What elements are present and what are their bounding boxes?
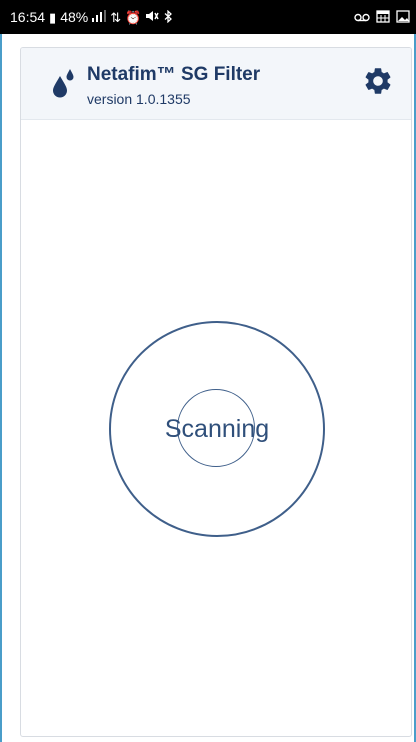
battery-icon: ▮ <box>49 9 57 25</box>
water-drops-icon <box>51 68 77 98</box>
gear-icon <box>362 65 394 102</box>
status-battery: 48% <box>60 9 89 25</box>
status-right <box>354 9 410 25</box>
status-left: 16:54 ▮ 48% ⇅ ⏰ <box>10 9 173 25</box>
bluetooth-icon <box>163 9 173 25</box>
app-header: Netafim™ SG Filter version 1.0.1355 <box>21 48 411 120</box>
mute-icon <box>145 10 159 24</box>
calendar-icon <box>376 9 390 25</box>
app-title: Netafim™ SG Filter <box>87 64 261 85</box>
alarm-icon: ⏰ <box>125 9 142 25</box>
scanning-indicator: Scanning <box>109 321 325 537</box>
status-time: 16:54 <box>10 9 46 25</box>
main-card: Netafim™ SG Filter version 1.0.1355 Scan… <box>20 47 412 737</box>
signal-icon <box>92 10 107 24</box>
app-version: version 1.0.1355 <box>87 91 191 107</box>
scanning-label: Scanning <box>164 414 270 443</box>
voicemail-icon <box>354 11 370 24</box>
data-icon: ⇅ <box>110 9 122 25</box>
settings-button[interactable] <box>361 66 395 100</box>
image-icon <box>396 9 410 25</box>
status-bar: 16:54 ▮ 48% ⇅ ⏰ <box>0 0 416 34</box>
